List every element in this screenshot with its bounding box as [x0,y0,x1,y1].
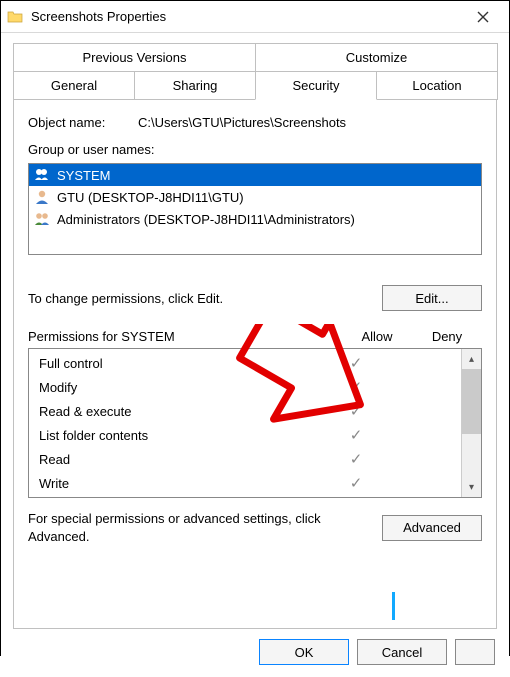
group-icon [33,166,51,184]
advanced-instructions: For special permissions or advanced sett… [28,510,382,545]
tab-panel-security: Object name: C:\Users\GTU\Pictures\Scree… [13,99,497,629]
perm-allow-check: ✓ [321,474,391,492]
edit-button[interactable]: Edit... [382,285,482,311]
apply-button[interactable] [455,639,495,665]
allow-column-header: Allow [342,329,412,344]
list-item[interactable]: GTU (DESKTOP-J8HDI11\GTU) [29,186,481,208]
perm-allow-check: ✓ [321,426,391,444]
scroll-track[interactable] [462,369,481,477]
permissions-listbox[interactable]: Full control ✓ Modify ✓ Read & execute ✓… [28,348,482,498]
tab-security[interactable]: Security [255,71,377,100]
tab-sharing[interactable]: Sharing [134,71,256,100]
cancel-button[interactable]: Cancel [357,639,447,665]
permissions-rows: Full control ✓ Modify ✓ Read & execute ✓… [29,349,461,497]
scroll-up-arrow[interactable]: ▴ [462,349,481,369]
tab-row-lower: General Sharing Security Location [13,71,497,100]
tab-previous-versions[interactable]: Previous Versions [13,43,256,71]
perm-name: Write [39,476,321,491]
tab-row-upper: Previous Versions Customize [13,43,497,71]
groups-label: Group or user names: [28,142,482,157]
list-item-label: SYSTEM [57,168,110,183]
perm-row[interactable]: Read & execute ✓ [29,399,461,423]
perm-name: Full control [39,356,321,371]
object-name-row: Object name: C:\Users\GTU\Pictures\Scree… [28,115,482,130]
perm-row[interactable]: List folder contents ✓ [29,423,461,447]
scrollbar[interactable]: ▴ ▾ [461,349,481,497]
object-name-label: Object name: [28,115,138,130]
titlebar: Screenshots Properties [1,1,509,33]
groups-listbox[interactable]: SYSTEM GTU (DESKTOP-J8HDI11\GTU) [28,163,482,255]
list-item-label: Administrators (DESKTOP-J8HDI11\Administ… [57,212,355,227]
advanced-button[interactable]: Advanced [382,515,482,541]
list-item-label: GTU (DESKTOP-J8HDI11\GTU) [57,190,244,205]
user-icon [33,188,51,206]
perm-allow-check: ✓ [321,354,391,372]
perm-row[interactable]: Read ✓ [29,447,461,471]
edit-row: To change permissions, click Edit. Edit.… [28,285,482,311]
perm-allow-check: ✓ [321,378,391,396]
perm-allow-check: ✓ [321,450,391,468]
close-button[interactable] [463,3,503,31]
perm-row[interactable]: Modify ✓ [29,375,461,399]
perm-name: Modify [39,380,321,395]
perm-name: Read [39,452,321,467]
tab-general[interactable]: General [13,71,135,100]
list-item[interactable]: Administrators (DESKTOP-J8HDI11\Administ… [29,208,481,230]
perm-allow-check: ✓ [321,402,391,420]
object-name-value: C:\Users\GTU\Pictures\Screenshots [138,115,482,130]
folder-icon [7,9,23,25]
scroll-down-arrow[interactable]: ▾ [462,477,481,497]
list-item[interactable]: SYSTEM [29,164,481,186]
ok-button[interactable]: OK [259,639,349,665]
group-icon [33,210,51,228]
tab-location[interactable]: Location [376,71,498,100]
tabs-container: Previous Versions Customize General Shar… [1,33,509,629]
advanced-row: For special permissions or advanced sett… [28,510,482,545]
scroll-thumb[interactable] [462,369,481,434]
cursor-caret-icon [392,592,395,620]
permissions-for-label: Permissions for SYSTEM [28,329,342,344]
permissions-header: Permissions for SYSTEM Allow Deny [28,329,482,344]
perm-row[interactable]: Full control ✓ [29,351,461,375]
perm-row[interactable]: Write ✓ [29,471,461,495]
window-title: Screenshots Properties [31,9,463,24]
deny-column-header: Deny [412,329,482,344]
tab-customize[interactable]: Customize [255,43,498,71]
edit-instructions: To change permissions, click Edit. [28,291,382,306]
dialog-footer: OK Cancel [1,629,509,677]
perm-name: Read & execute [39,404,321,419]
perm-name: List folder contents [39,428,321,443]
